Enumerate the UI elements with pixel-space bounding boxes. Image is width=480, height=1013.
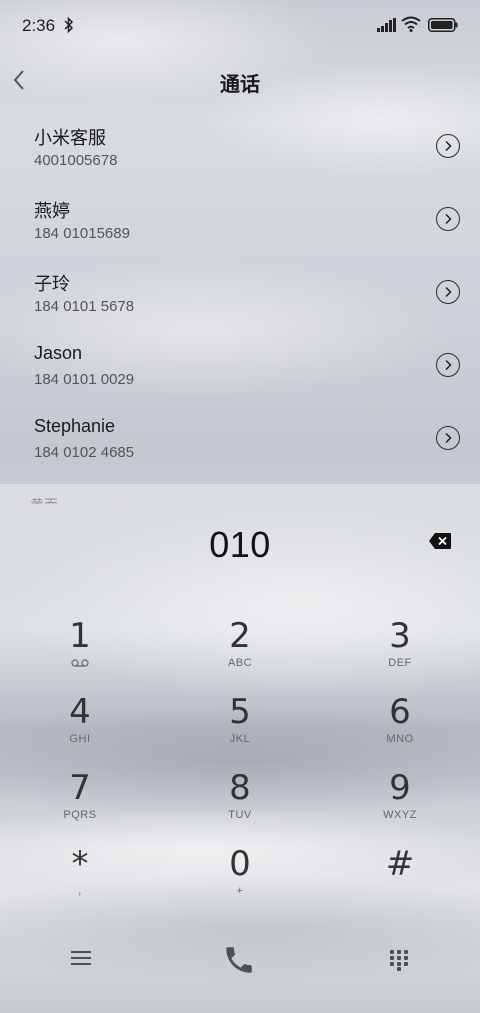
key-letters: PQRS [63,809,97,821]
contact-name: 燕婷 [34,201,70,221]
key-digit: 4 [69,692,91,732]
chevron-right-icon [445,140,452,152]
key-digit: 9 [389,768,411,808]
contact-row[interactable]: Stephanie 184 0102 4685 [0,404,480,477]
dial-key-hash[interactable]: # [340,845,460,911]
contact-row[interactable]: 燕婷 184 01015689 [0,185,480,258]
page-title: 通话 [220,74,260,96]
dial-key-star[interactable]: * , [20,845,140,911]
menu-icon[interactable] [70,949,92,967]
key-letters: DEF [388,657,412,669]
key-digit: * [71,844,89,884]
key-digit: 1 [69,616,91,656]
dial-key-7[interactable]: 7 PQRS [20,769,140,835]
contact-number: 184 0102 4685 [34,444,135,461]
dial-key-2[interactable]: 2 ABC [180,617,300,683]
key-digit: 8 [229,768,251,808]
chevron-right-icon [445,286,452,298]
dial-key-6[interactable]: 6 MNO [340,693,460,759]
contact-number: 184 0101 5678 [34,298,135,315]
dial-key-0[interactable]: 0 + [180,845,300,911]
contact-number: 184 0101 0029 [34,371,135,388]
voicemail-icon [71,659,89,667]
contact-row[interactable]: 子玲 184 0101 5678 [0,258,480,331]
dial-key-9[interactable]: 9 WXYZ [340,769,460,835]
contact-detail-button[interactable] [436,207,460,231]
contact-number: 4001005678 [34,152,118,169]
signal-icon [377,18,396,32]
contact-name: 小米客服 [34,128,106,148]
status-time: 2:36 [22,16,56,35]
contact-list[interactable]: 小米客服 4001005678 燕婷 184 01015689 子玲 184 0… [0,112,480,504]
wifi-icon [401,16,421,32]
contact-name: Stephanie [34,416,116,436]
contact-detail-button[interactable] [436,280,460,304]
key-letters: MNO [386,733,414,745]
dial-key-3[interactable]: 3 DEF [340,617,460,683]
key-letters: GHI [69,733,91,745]
bluetooth-icon [64,16,74,34]
key-letters: JKL [229,733,251,745]
dial-key-1[interactable]: 1 [20,617,140,683]
status-bar: 2:36 [0,0,480,52]
dial-key-4[interactable]: 4 GHI [20,693,140,759]
key-letters: TUV [228,809,252,821]
key-digit: 6 [389,692,411,732]
key-digit: 5 [229,692,251,732]
contact-row[interactable]: 小米客服 4001005678 [0,112,480,185]
dialpad-icon[interactable] [389,949,409,971]
battery-icon [428,18,458,32]
key-digit: 7 [69,768,91,808]
key-digit: 2 [229,616,251,656]
dialed-number-display[interactable]: 010 [0,524,480,566]
contact-name: Jason [34,343,83,363]
contact-detail-button[interactable] [436,134,460,158]
key-letters: WXYZ [383,809,417,821]
contact-number: 184 01015689 [34,225,130,242]
key-letters: + [236,885,244,897]
dial-key-5[interactable]: 5 JKL [180,693,300,759]
backspace-icon[interactable] [428,532,452,550]
key-letters: , [78,885,82,897]
key-digit: # [385,844,415,884]
key-digit: 0 [229,844,251,884]
contact-detail-button[interactable] [436,353,460,377]
chevron-right-icon [445,213,452,225]
dial-key-8[interactable]: 8 TUV [180,769,300,835]
chevron-right-icon [445,432,452,444]
chevron-right-icon [445,359,452,371]
phone-icon[interactable] [222,943,256,977]
key-digit: 3 [389,616,411,656]
key-letters: ABC [227,657,253,669]
contact-name: 子玲 [34,274,70,294]
contact-row[interactable]: Jason 184 0101 0029 [0,331,480,404]
contact-detail-button[interactable] [436,426,460,450]
